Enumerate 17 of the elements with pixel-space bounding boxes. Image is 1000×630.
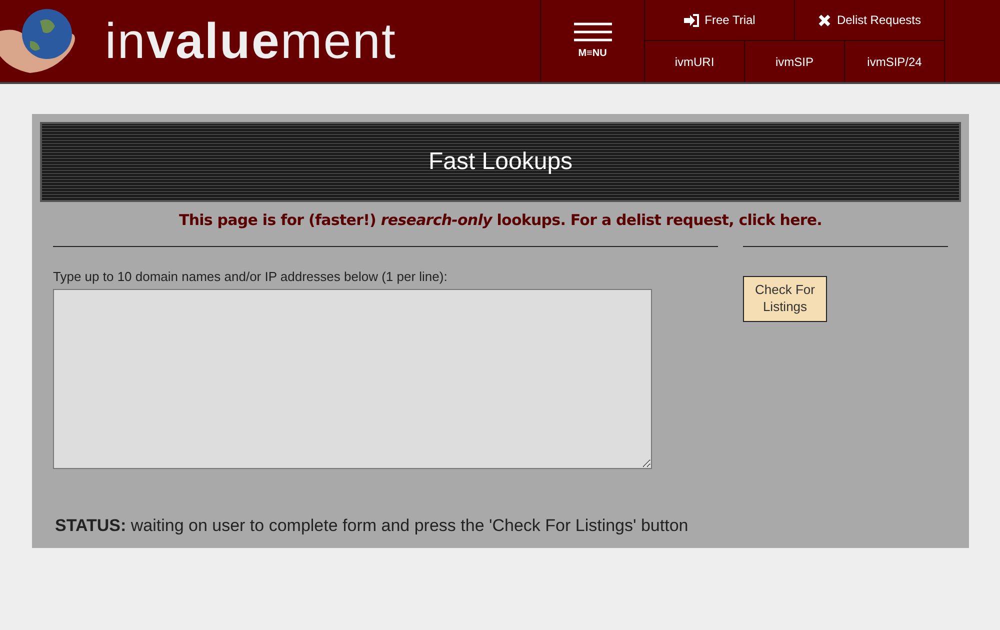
- nav-link[interactable]: ivmURI: [644, 41, 744, 82]
- menu-button[interactable]: M≡NU: [540, 0, 644, 82]
- nav-link[interactable]: Free Trial: [644, 0, 794, 41]
- panel-title: Fast Lookups: [40, 122, 961, 202]
- nav-link[interactable]: ivmSIP: [744, 41, 844, 82]
- nav-link[interactable]: ivmSIP/24: [844, 41, 944, 82]
- status-text: STATUS: waiting on user to complete form and press the 'Check For Listings' button: [55, 515, 690, 537]
- logo-wordmark[interactable]: invaluement: [105, 16, 397, 66]
- menu-icon: [574, 22, 612, 42]
- nav-link[interactable]: Delist Requests: [794, 0, 944, 41]
- delist-link[interactable]: click here.: [738, 211, 822, 229]
- close-icon: [818, 14, 831, 26]
- field-label: Type up to 10 domain names and/or IP addresses below (1 per line):: [53, 268, 448, 286]
- lookup-textarea[interactable]: [53, 289, 652, 469]
- check-listings-button[interactable]: Check For Listings: [743, 276, 827, 322]
- notice-text: This page is for (faster!) research-only lookups. For a delist request, click here.: [178, 210, 824, 231]
- sign-in-icon: [684, 14, 699, 26]
